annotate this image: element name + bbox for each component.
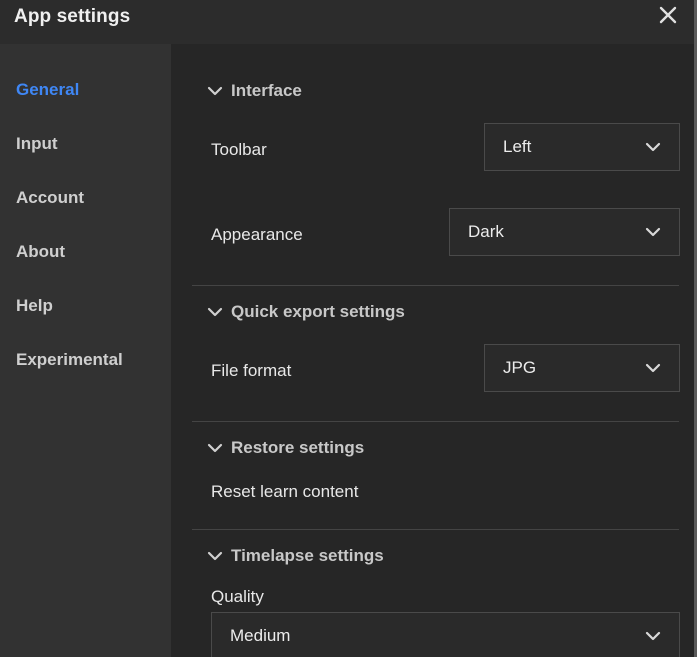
toolbar-select-value: Left xyxy=(503,137,532,156)
sidebar: General Input Account About Help Experim… xyxy=(0,44,171,657)
toolbar-label: Toolbar xyxy=(211,140,267,159)
section-toggle-timelapse[interactable]: Timelapse settings xyxy=(207,546,384,566)
section-divider xyxy=(192,529,679,530)
file-format-select[interactable]: JPG xyxy=(484,344,680,392)
chevron-down-icon xyxy=(207,86,223,96)
appearance-label: Appearance xyxy=(211,225,303,244)
chevron-down-icon xyxy=(207,443,223,453)
dialog-title: App settings xyxy=(14,6,131,27)
chevron-down-icon xyxy=(645,363,661,373)
reset-learn-content-button[interactable]: Reset learn content xyxy=(211,482,358,502)
sidebar-item-general[interactable]: General xyxy=(16,80,79,100)
section-title-quick-export: Quick export settings xyxy=(231,302,405,321)
section-title-restore: Restore settings xyxy=(231,438,365,457)
section-toggle-interface[interactable]: Interface xyxy=(207,81,302,101)
sidebar-item-help[interactable]: Help xyxy=(16,296,53,316)
close-icon xyxy=(659,6,677,24)
file-format-label: File format xyxy=(211,361,292,380)
chevron-down-icon xyxy=(207,551,223,561)
settings-dialog: App settings General Input Account About… xyxy=(0,0,697,657)
section-title-interface: Interface xyxy=(231,81,302,100)
sidebar-item-input[interactable]: Input xyxy=(16,134,58,154)
quality-label: Quality xyxy=(211,587,264,606)
sidebar-item-experimental[interactable]: Experimental xyxy=(16,350,123,370)
chevron-down-icon xyxy=(645,631,661,641)
file-format-select-value: JPG xyxy=(503,358,537,377)
title-bar: App settings xyxy=(0,0,697,44)
quality-select[interactable]: Medium xyxy=(211,612,680,657)
section-title-timelapse: Timelapse settings xyxy=(231,546,384,565)
section-divider xyxy=(192,285,679,286)
section-toggle-restore[interactable]: Restore settings xyxy=(207,438,364,458)
settings-content: Interface Toolbar Left Appearance Dark Q… xyxy=(171,44,697,657)
quality-select-value: Medium xyxy=(230,626,291,645)
chevron-down-icon xyxy=(207,307,223,317)
close-button[interactable] xyxy=(657,4,679,26)
appearance-select-value: Dark xyxy=(468,222,504,241)
chevron-down-icon xyxy=(645,142,661,152)
sidebar-item-about[interactable]: About xyxy=(16,242,65,262)
section-toggle-quick-export[interactable]: Quick export settings xyxy=(207,302,405,322)
appearance-select[interactable]: Dark xyxy=(449,208,680,256)
section-divider xyxy=(192,421,679,422)
sidebar-item-account[interactable]: Account xyxy=(16,188,84,208)
chevron-down-icon xyxy=(645,227,661,237)
toolbar-select[interactable]: Left xyxy=(484,123,680,171)
